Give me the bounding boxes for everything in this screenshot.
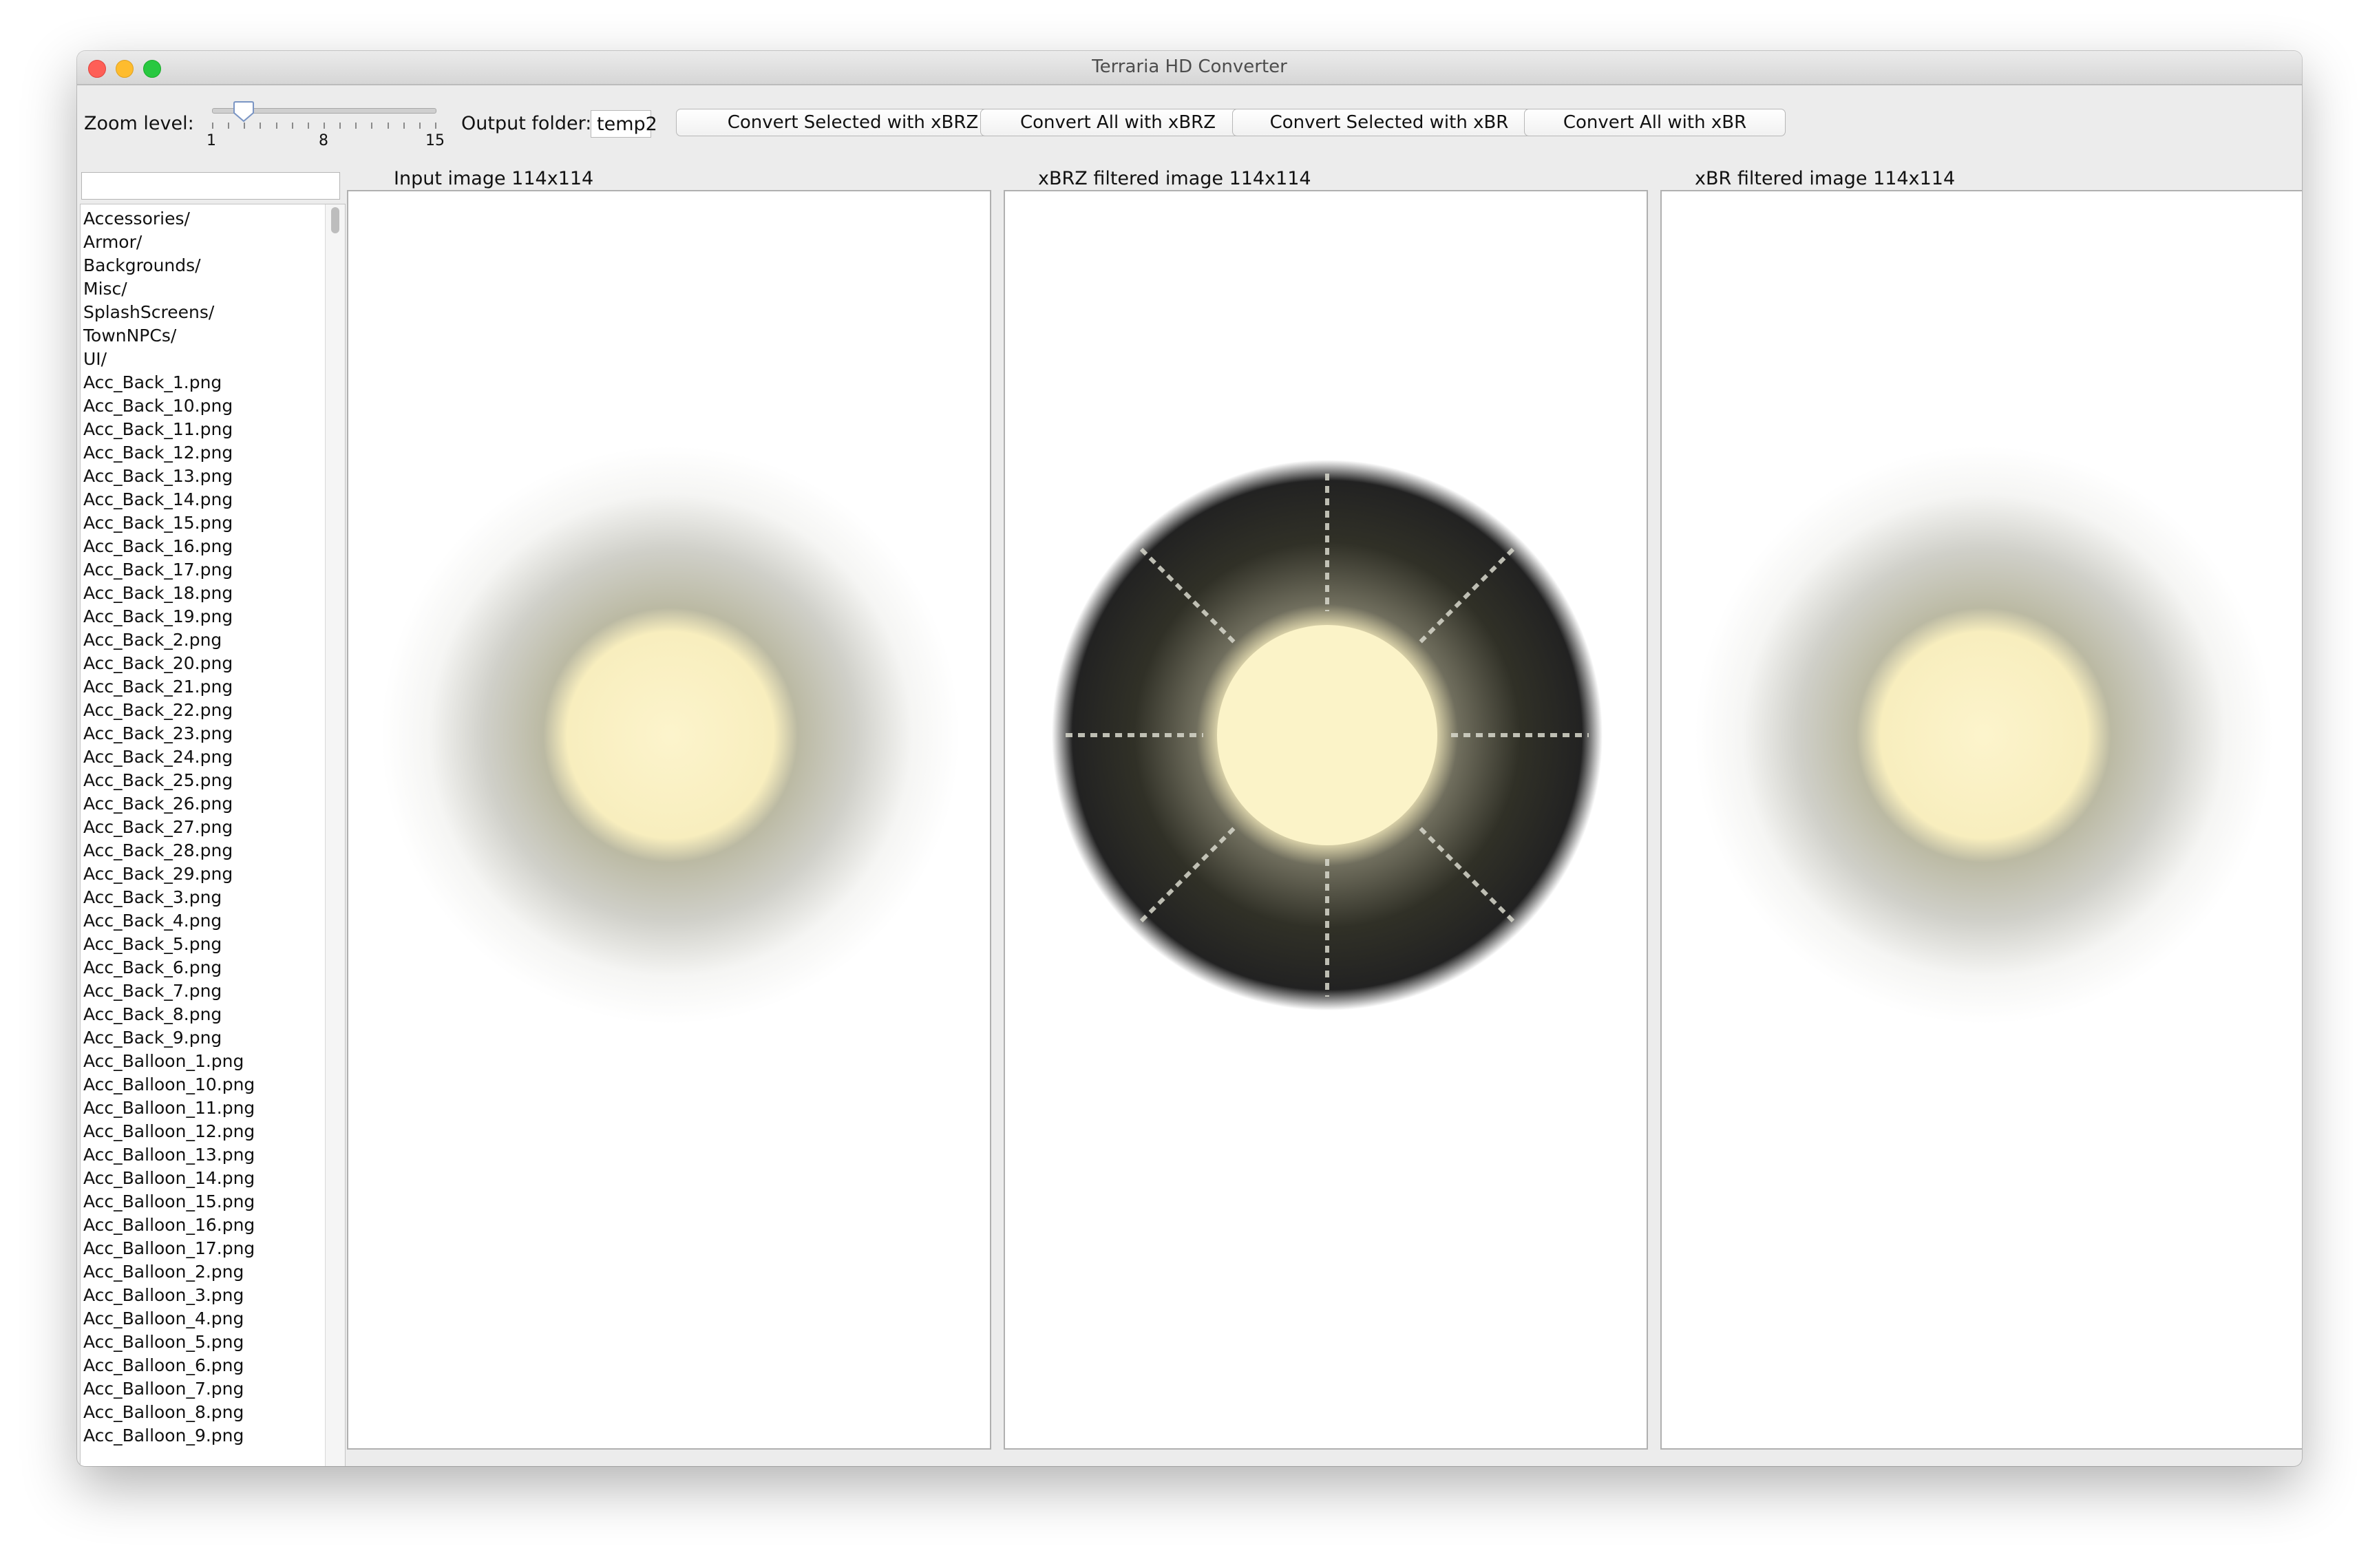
zoom-slider-tick: [291, 123, 293, 129]
file-list-item[interactable]: Acc_Balloon_9.png: [81, 1424, 345, 1448]
file-list-item[interactable]: Acc_Back_14.png: [81, 488, 345, 511]
xbrz-artifact-rays: [1066, 474, 1589, 997]
zoom-slider-tick: [403, 123, 405, 129]
file-list-item[interactable]: Acc_Back_19.png: [81, 605, 345, 628]
file-list-scrollbar[interactable]: [325, 204, 345, 1466]
app-window: Terraria HD Converter Zoom level: 1 8 15…: [77, 51, 2302, 1466]
file-list-item[interactable]: Acc_Balloon_4.png: [81, 1307, 345, 1331]
file-list-item[interactable]: Acc_Back_8.png: [81, 1003, 345, 1026]
file-list-item[interactable]: Acc_Back_10.png: [81, 394, 345, 418]
file-list-item[interactable]: Acc_Back_28.png: [81, 839, 345, 862]
zoom-slider-tick: [371, 123, 373, 129]
file-list-item[interactable]: Acc_Back_16.png: [81, 535, 345, 558]
output-folder-label: Output folder:: [461, 113, 592, 134]
file-list-item[interactable]: Acc_Back_27.png: [81, 816, 345, 839]
zoom-slider-tick: [228, 123, 230, 129]
zoom-level-label: Zoom level:: [84, 113, 194, 134]
file-list-item[interactable]: Acc_Back_23.png: [81, 722, 345, 745]
file-list-item[interactable]: Acc_Back_11.png: [81, 418, 345, 441]
file-list-item[interactable]: Misc/: [81, 277, 345, 301]
file-list-item[interactable]: Acc_Back_25.png: [81, 769, 345, 792]
file-list-item[interactable]: Acc_Back_29.png: [81, 862, 345, 886]
zoom-slider-tick: [435, 123, 436, 129]
file-list-item[interactable]: Acc_Balloon_1.png: [81, 1050, 345, 1073]
file-list-item[interactable]: Acc_Balloon_17.png: [81, 1237, 345, 1260]
file-list-item[interactable]: Acc_Back_18.png: [81, 582, 345, 605]
zoom-slider-tick: [355, 123, 357, 129]
xbr-image-panel: [1660, 190, 2302, 1450]
file-list-item[interactable]: UI/: [81, 348, 345, 371]
zoom-slider-tick: [212, 123, 213, 129]
file-list-item[interactable]: Acc_Back_4.png: [81, 909, 345, 933]
file-list-item[interactable]: Acc_Balloon_10.png: [81, 1073, 345, 1096]
xbrz-panel-label: xBRZ filtered image 114x114: [1038, 168, 1311, 189]
xbr-panel-label: xBR filtered image 114x114: [1695, 168, 1956, 189]
file-search-input[interactable]: [81, 172, 340, 200]
output-folder-input[interactable]: temp2: [591, 110, 657, 138]
file-list-item[interactable]: Backgrounds/: [81, 254, 345, 277]
file-list-item[interactable]: Acc_Balloon_6.png: [81, 1354, 345, 1377]
zoom-slider-tick: [419, 123, 421, 129]
zoom-slider-tick: [339, 123, 341, 129]
zoom-slider-tick: [307, 123, 309, 129]
input-panel-label: Input image 114x114: [394, 168, 594, 189]
file-list-item[interactable]: Armor/: [81, 231, 345, 254]
input-image-preview-icon: [381, 446, 960, 1024]
convert-selected-xbr-button[interactable]: Convert Selected with xBR: [1232, 109, 1546, 136]
zoom-slider-tick: [260, 123, 262, 129]
file-list-item[interactable]: Acc_Balloon_3.png: [81, 1284, 345, 1307]
file-list-item[interactable]: Acc_Back_17.png: [81, 558, 345, 582]
file-list-item[interactable]: Acc_Balloon_8.png: [81, 1401, 345, 1424]
zoom-slider-tick: [275, 123, 277, 129]
file-list-item[interactable]: Acc_Back_9.png: [81, 1026, 345, 1050]
xbrz-image-panel: [1004, 190, 1648, 1450]
file-list-item[interactable]: Acc_Back_21.png: [81, 675, 345, 699]
zoom-tick-label: 15: [425, 132, 445, 149]
file-list-item[interactable]: Acc_Balloon_14.png: [81, 1167, 345, 1190]
file-list-item[interactable]: Acc_Balloon_13.png: [81, 1143, 345, 1167]
file-list-item[interactable]: Acc_Back_3.png: [81, 886, 345, 909]
zoom-tick-label: 1: [207, 132, 216, 149]
file-list-item[interactable]: Acc_Back_12.png: [81, 441, 345, 465]
file-list-item[interactable]: Acc_Back_6.png: [81, 956, 345, 979]
file-list-item[interactable]: TownNPCs/: [81, 324, 345, 348]
file-list-item[interactable]: Acc_Back_22.png: [81, 699, 345, 722]
input-image-panel: [347, 190, 991, 1450]
file-list-item[interactable]: Acc_Balloon_12.png: [81, 1120, 345, 1143]
file-list-item[interactable]: Acc_Balloon_5.png: [81, 1331, 345, 1354]
file-list-item[interactable]: Accessories/: [81, 207, 345, 231]
convert-all-xbr-button[interactable]: Convert All with xBR: [1524, 109, 1786, 136]
file-list[interactable]: Accessories/Armor/Backgrounds/Misc/Splas…: [80, 204, 346, 1466]
zoom-tick-label: 8: [319, 132, 328, 149]
file-list-item[interactable]: Acc_Back_1.png: [81, 371, 345, 394]
file-list-item[interactable]: Acc_Back_2.png: [81, 628, 345, 652]
zoom-slider-tick: [244, 123, 246, 129]
file-list-item[interactable]: SplashScreens/: [81, 301, 345, 324]
file-list-item[interactable]: Acc_Balloon_7.png: [81, 1377, 345, 1401]
file-list-item[interactable]: Acc_Back_24.png: [81, 745, 345, 769]
title-bar: Terraria HD Converter: [77, 51, 2302, 85]
convert-all-xbrz-button[interactable]: Convert All with xBRZ: [980, 109, 1256, 136]
file-list-item[interactable]: Acc_Back_13.png: [81, 465, 345, 488]
file-list-item[interactable]: Acc_Back_5.png: [81, 933, 345, 956]
file-list-item[interactable]: Acc_Back_26.png: [81, 792, 345, 816]
file-list-item[interactable]: Acc_Balloon_15.png: [81, 1190, 345, 1214]
zoom-slider-tick: [387, 123, 389, 129]
file-list-item[interactable]: Acc_Back_20.png: [81, 652, 345, 675]
zoom-slider-knob[interactable]: [233, 100, 255, 123]
zoom-slider-tick: [324, 123, 325, 129]
window-title: Terraria HD Converter: [1092, 56, 1287, 77]
file-list-item[interactable]: Acc_Balloon_16.png: [81, 1214, 345, 1237]
convert-selected-xbrz-button[interactable]: Convert Selected with xBRZ: [676, 109, 1030, 136]
file-list-item[interactable]: Acc_Balloon_2.png: [81, 1260, 345, 1284]
file-list-item[interactable]: Acc_Back_7.png: [81, 979, 345, 1003]
file-list-item[interactable]: Acc_Back_15.png: [81, 511, 345, 535]
file-list-scroll-thumb[interactable]: [331, 207, 339, 233]
file-list-item[interactable]: Acc_Balloon_11.png: [81, 1096, 345, 1120]
xbr-image-preview-icon: [1695, 446, 2273, 1024]
